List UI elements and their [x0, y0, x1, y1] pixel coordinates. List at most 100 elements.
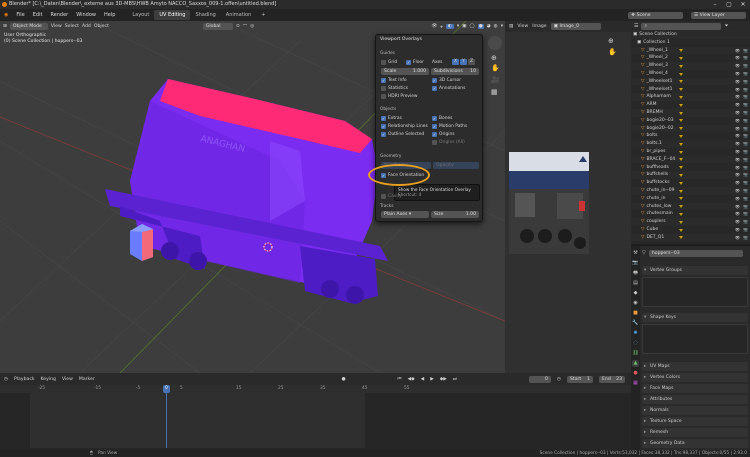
constraints-tab-icon[interactable]: ⛓ — [632, 350, 639, 357]
axis-z-toggle[interactable]: Z — [468, 59, 475, 65]
visibility-eye-icon[interactable]: 👁 — [735, 62, 740, 70]
gizmo-icon[interactable]: ⌖ — [440, 24, 443, 30]
visibility-eye-icon[interactable]: 👁 — [735, 132, 740, 140]
visibility-eye-icon[interactable]: 👁 — [735, 203, 740, 211]
outliner-object-row[interactable]: ▽ bolts 👁 📷 — [631, 132, 750, 140]
view-layer-selector[interactable]: ☰ View Layer — [691, 11, 746, 19]
axis-y-toggle[interactable]: Y — [460, 59, 467, 65]
vertex-groups-list[interactable] — [642, 277, 748, 307]
shading-material-icon[interactable]: ◕ — [487, 24, 491, 29]
tool-tab-icon[interactable]: ⚒ — [632, 250, 639, 257]
current-frame-field[interactable]: 0 — [528, 375, 551, 383]
visibility-eye-icon[interactable]: 👁 — [735, 117, 740, 125]
render-camera-icon[interactable]: 📷 — [743, 164, 748, 172]
outliner-object-row[interactable]: ▽ BRACE_F--04 👁 📷 — [631, 155, 750, 164]
outliner-collection[interactable]: ▣ Collection 1 — [631, 39, 750, 47]
outliner-scene-collection[interactable]: ▣ Scene Collection — [631, 31, 750, 39]
hdri-preview-checkbox[interactable]: HDRI Preview — [381, 94, 418, 99]
outliner-object-row[interactable]: ▽ Alphamam 👁 📷 — [631, 93, 750, 101]
visibility-eye-icon[interactable]: 👁 — [735, 179, 740, 187]
visibility-eye-icon[interactable]: 👁 — [735, 109, 740, 117]
outliner-object-row[interactable]: ▽ chutes_low 👁 📷 — [631, 202, 750, 211]
wireframe-opacity-field[interactable]: Opacity — [433, 162, 479, 169]
outliner-object-row[interactable]: ▽ bogie20--03 👁 📷 — [631, 117, 750, 125]
play-icon[interactable]: ▶ — [430, 377, 434, 382]
jump-start-icon[interactable]: ⏮ — [397, 376, 401, 382]
shading-wireframe-icon[interactable]: ◯ — [469, 24, 474, 29]
render-camera-icon[interactable]: 📷 — [743, 101, 748, 109]
outliner-object-row[interactable]: ▽ DET_Q1 👁 📷 — [631, 233, 750, 242]
render-camera-icon[interactable]: 📷 — [743, 62, 748, 70]
editor-type-icon[interactable]: ⊞ — [3, 24, 7, 29]
render-camera-icon[interactable]: 📷 — [743, 70, 748, 78]
next-key-icon[interactable]: ◆▶ — [440, 377, 447, 382]
image-editor-type-icon[interactable]: ▨ — [509, 24, 513, 29]
menu-help[interactable]: Help — [100, 12, 119, 18]
pivot-icon[interactable]: ⊙ — [236, 24, 240, 29]
overlays-toggle-icon[interactable]: ◐ — [445, 24, 454, 29]
origins-all-checkbox[interactable]: Origins (All) — [432, 140, 465, 145]
visibility-eye-icon[interactable]: 👁 — [735, 148, 740, 156]
playhead-frame-label[interactable]: 0 — [163, 385, 170, 393]
menu-window[interactable]: Window — [72, 12, 100, 18]
workspace-tab-animation[interactable]: Animation — [221, 10, 257, 20]
outliner-object-row[interactable]: ▽ _Wheelset1 👁 📷 — [631, 86, 750, 94]
shape-keys-list[interactable] — [642, 324, 748, 354]
menu-edit[interactable]: Edit — [29, 12, 47, 18]
render-camera-icon[interactable]: 📷 — [743, 203, 748, 211]
render-camera-icon[interactable]: 📷 — [743, 187, 748, 195]
render-camera-icon[interactable]: 📷 — [743, 195, 748, 203]
visibility-eye-icon[interactable]: 👁 — [735, 70, 740, 78]
render-camera-icon[interactable]: 📷 — [743, 54, 748, 62]
scene-selector[interactable]: ❖ Scene — [628, 11, 683, 19]
text-info-checkbox[interactable]: Text Info — [381, 78, 407, 83]
outliner-object-row[interactable]: ▽ chutesmain 👁 📷 — [631, 210, 750, 218]
snap-icon[interactable]: ⌒ — [243, 24, 248, 30]
image-editor[interactable] — [505, 21, 631, 373]
camera-icon[interactable]: 🎥 — [491, 76, 500, 84]
menu-playback[interactable]: Playback — [14, 377, 35, 382]
annotations-checkbox[interactable]: Annotations — [432, 86, 465, 91]
minimize-icon[interactable]: – — [708, 0, 722, 9]
visibility-eye-icon[interactable]: 👁 — [735, 54, 740, 62]
xray-icon[interactable]: ▣ — [462, 24, 466, 29]
outliner-object-row[interactable]: ▽ bogie20--02 👁 📷 — [631, 124, 750, 133]
visibility-eye-icon[interactable]: 👁 — [735, 86, 740, 94]
workspace-tab-uv-editing[interactable]: UV Editing — [154, 10, 191, 20]
render-camera-icon[interactable]: 📷 — [743, 109, 748, 117]
end-frame-field[interactable]: End 23 — [599, 375, 625, 383]
outliner-object-row[interactable]: ▽ _Wheel_4 👁 📷 — [631, 70, 750, 78]
visibility-eye-icon[interactable]: 👁 — [735, 234, 740, 242]
render-camera-icon[interactable]: 📷 — [743, 234, 748, 242]
navigation-gizmo[interactable] — [488, 36, 502, 50]
maximize-icon[interactable]: ▢ — [722, 0, 736, 9]
material-tab-icon[interactable]: ● — [632, 370, 639, 377]
render-camera-icon[interactable]: 📷 — [743, 179, 748, 187]
outline-selected-checkbox[interactable]: Outline Selected — [381, 132, 424, 137]
image-selector[interactable]: ▣ Image_0 — [550, 23, 601, 30]
cavity-checkbox[interactable]: Cavity — [381, 194, 402, 199]
overlays-dropdown-icon[interactable]: ▾ — [457, 24, 459, 29]
outliner-object-row[interactable]: ▽ chute_in--09 👁 📷 — [631, 187, 750, 195]
transform-orientation-selector[interactable]: Global — [202, 23, 233, 30]
properties-editor[interactable]: ⚒ 📷 🖶 ▤ ◆ ◉ ■ 🔧 ✺ ◌ ⛓ ▲ ● ▦ ▽ hoppers--0… — [631, 246, 750, 450]
menu-view[interactable]: View — [51, 24, 62, 29]
outliner-object-row[interactable]: ▽ bolts.1 👁 📷 — [631, 140, 750, 148]
outliner-object-row[interactable]: ▽ _Wheel_1 👁 📷 — [631, 46, 750, 55]
timeline[interactable]: ◷ Playback Keying View Marker ● ⏮ ◀◆ ◀ ▶… — [0, 373, 631, 450]
shading-solid-icon[interactable]: ● — [477, 24, 484, 29]
outliner-search-input[interactable]: ⌕ — [641, 22, 722, 30]
menu-render[interactable]: Render — [46, 12, 72, 18]
panel-remesh[interactable]: Remesh — [642, 428, 748, 437]
render-camera-icon[interactable]: 📷 — [743, 93, 748, 101]
object-tab-icon[interactable]: ■ — [632, 310, 639, 317]
playhead-line[interactable] — [166, 393, 167, 448]
panel-normals[interactable]: Normals — [642, 406, 748, 415]
add-workspace-button[interactable]: + — [256, 10, 270, 20]
mode-selector[interactable]: Object Mode — [9, 23, 48, 30]
outliner-type-icon[interactable]: ☰ — [634, 23, 638, 29]
menu-keying[interactable]: Keying — [41, 377, 56, 382]
visibility-eye-icon[interactable]: 👁 — [735, 101, 740, 109]
visibility-eye-icon[interactable]: 👁 — [735, 226, 740, 234]
image-image-menu[interactable]: Image — [532, 24, 546, 29]
